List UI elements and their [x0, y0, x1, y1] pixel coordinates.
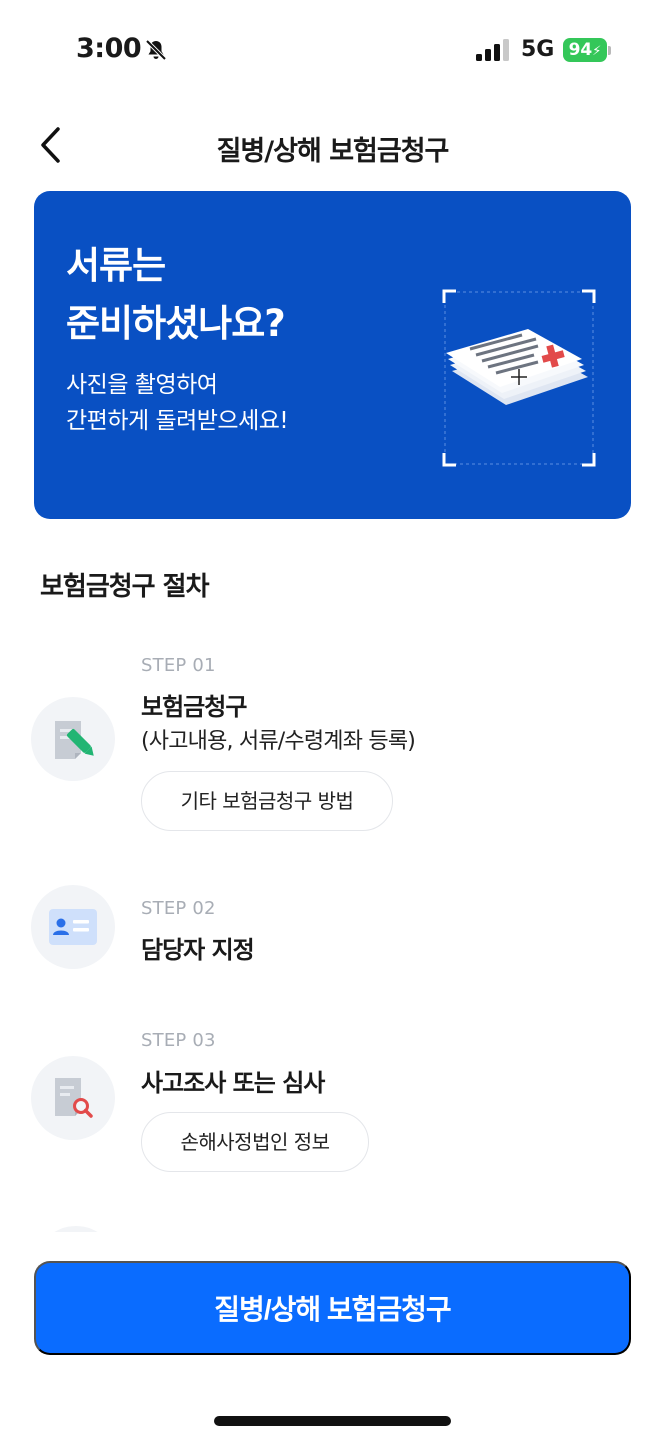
hero-subtitle-line1: 사진을 촬영하여 — [66, 372, 218, 398]
step1-title: 보험금청구 — [141, 693, 247, 721]
battery-level: 94 — [568, 40, 593, 60]
step2-label: STEP 02 — [141, 898, 216, 919]
home-indicator[interactable] — [214, 1416, 451, 1426]
step1-description: (사고내용, 서류/수령계좌 등록) — [141, 729, 416, 754]
id-card-icon — [49, 909, 97, 945]
cellular-signal-icon — [476, 39, 509, 61]
battery-cap — [608, 46, 611, 55]
section-title: 보험금청구 절차 — [40, 572, 209, 602]
charging-icon: ⚡ — [592, 44, 602, 59]
hero-title-line2: 준비하셨나요? — [66, 302, 286, 345]
claim-page: 3:00 5G 94⚡ 질병/상해 보험금청구 서류는 준비하셨나요? 사진을 … — [0, 0, 665, 1440]
other-claim-methods-button[interactable]: 기타 보험금청구 방법 — [141, 771, 393, 831]
step3-icon-circle — [31, 1056, 115, 1140]
battery-indicator: 94⚡ — [563, 38, 607, 62]
document-search-icon — [55, 1078, 93, 1118]
document-scan-icon — [442, 289, 596, 467]
step1-icon-circle — [31, 697, 115, 781]
step3-title: 사고조사 또는 심사 — [141, 1069, 325, 1097]
status-bar: 3:00 5G 94⚡ — [0, 0, 665, 100]
step1-label: STEP 01 — [141, 655, 216, 676]
step3-label: STEP 03 — [141, 1030, 216, 1051]
hero-banner[interactable]: 서류는 준비하셨나요? 사진을 촬영하여 간편하게 돌려받으세요! — [34, 191, 631, 519]
adjuster-info-button[interactable]: 손해사정법인 정보 — [141, 1112, 369, 1172]
hero-title: 서류는 준비하셨나요? — [66, 237, 286, 353]
page-title: 질병/상해 보험금청구 — [216, 136, 450, 167]
step2-title: 담당자 지정 — [141, 936, 255, 964]
claim-submit-button[interactable]: 질병/상해 보험금청구 — [34, 1261, 631, 1355]
status-time: 3:00 — [76, 33, 142, 64]
hero-subtitle: 사진을 촬영하여 간편하게 돌려받으세요! — [66, 367, 289, 439]
network-type: 5G — [521, 37, 555, 62]
bell-slash-icon — [145, 39, 167, 61]
document-edit-icon — [55, 721, 94, 759]
navigation-bar: 질병/상해 보험금청구 — [0, 115, 665, 175]
hero-title-line1: 서류는 — [66, 244, 166, 287]
hero-subtitle-line2: 간편하게 돌려받으세요! — [66, 408, 289, 434]
step2-icon-circle — [31, 885, 115, 969]
